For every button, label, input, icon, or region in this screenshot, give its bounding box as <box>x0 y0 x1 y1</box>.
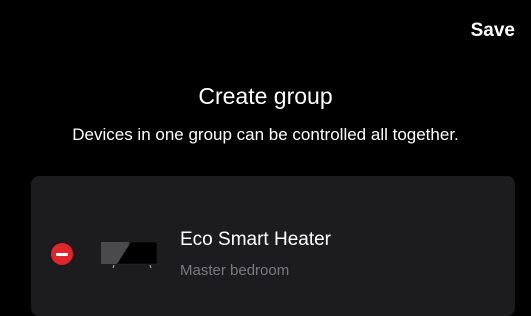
device-name: Eco Smart Heater <box>180 229 331 250</box>
save-button[interactable]: Save <box>471 20 515 42</box>
device-room: Master bedroom <box>180 262 290 279</box>
heater-device-icon <box>101 236 158 272</box>
minus-icon <box>56 252 68 256</box>
page-title: Create group <box>198 83 333 109</box>
page-subtitle: Devices in one group can be controlled a… <box>72 125 459 144</box>
remove-device-button[interactable] <box>51 243 73 265</box>
